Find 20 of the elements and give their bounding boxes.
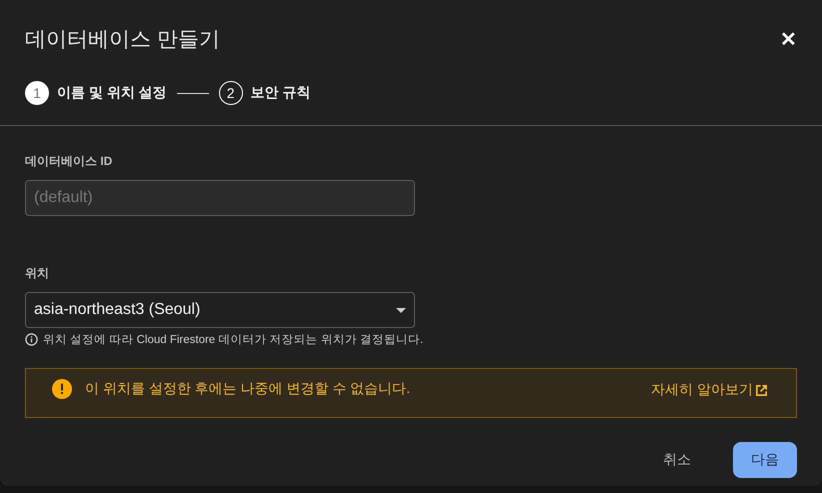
step-label: 보안 규칙 — [250, 84, 311, 102]
warning-text: 이 위치를 설정한 후에는 나중에 변경할 수 없습니다. — [85, 380, 410, 398]
database-id-field[interactable]: (default) — [25, 180, 415, 216]
help-text: 위치 설정에 따라 Cloud Firestore 데이터가 저장되는 위치가 결정됩니다. — [43, 333, 424, 347]
step-label: 이름 및 위치 설정 — [57, 84, 167, 102]
field-label: 위치 — [25, 265, 50, 282]
cancel-button[interactable]: 취소 — [643, 442, 711, 478]
info-icon — [25, 333, 38, 346]
location-dropdown[interactable]: asia-northeast3 (Seoul) — [25, 292, 415, 328]
next-button[interactable]: 다음 — [733, 442, 797, 478]
step-connector — [176, 92, 209, 94]
field-label: 데이터베이스 ID — [25, 153, 114, 170]
step-number: 2 — [218, 81, 243, 105]
close-button[interactable]: ✕ — [780, 26, 797, 52]
step-number: 1 — [25, 81, 49, 105]
external-link-icon — [755, 384, 768, 396]
dialog-title: 데이터베이스 만들기 — [25, 27, 220, 53]
learn-more-link[interactable]: 자세히 알아보기 — [651, 381, 768, 399]
warning-icon — [52, 379, 72, 399]
caret-icon — [396, 308, 406, 312]
